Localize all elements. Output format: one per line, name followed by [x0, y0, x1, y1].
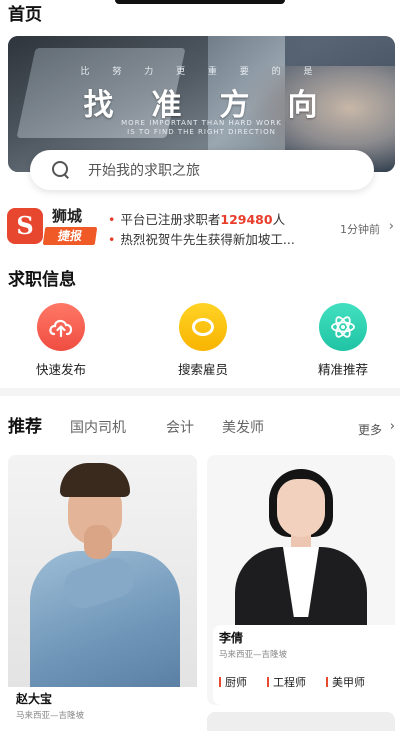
- skill-tag: 厨师: [219, 674, 247, 690]
- skill-tags: 厨师 工程师 美甲师: [219, 674, 389, 690]
- chevron-right-icon[interactable]: ›: [390, 419, 395, 434]
- section-divider: [0, 388, 400, 396]
- banner-english-line1: MORE IMPORTANT THAN HARD WORK: [121, 119, 282, 127]
- search-placeholder: 开始我的求职之旅: [88, 163, 200, 179]
- candidate-card-partial[interactable]: [207, 712, 395, 731]
- candidate-photo: [277, 479, 325, 537]
- section-title-job-info: 求职信息: [8, 270, 76, 290]
- news-item-registered[interactable]: • 平台已注册求职者129480人: [108, 209, 285, 228]
- search-icon: [52, 161, 70, 179]
- brand-logo-icon: S: [7, 208, 43, 244]
- news-timestamp: 1分钟前: [340, 223, 380, 236]
- precise-recommend-button[interactable]: 精准推荐: [288, 303, 398, 378]
- bullet-icon: •: [108, 232, 116, 247]
- section-title-recommend: 推荐: [8, 417, 42, 437]
- atom-icon: [319, 303, 367, 351]
- bullet-icon: •: [108, 212, 116, 227]
- news-item-congrats[interactable]: • 热烈祝贺牛先生获得新加坡工...: [108, 229, 295, 248]
- news-ticker[interactable]: S 狮城 捷报 • 平台已注册求职者129480人 • 热烈祝贺牛先生获得新加坡工.…: [0, 205, 400, 249]
- candidate-location: 马来西亚—吉隆坡: [219, 650, 288, 660]
- news-unit: 人: [272, 212, 286, 227]
- search-employee-button[interactable]: 搜索雇员: [148, 303, 258, 378]
- candidate-card[interactable]: 李倩 马来西亚—吉隆坡 厨师 工程师 美甲师: [207, 455, 395, 705]
- tab-accountant[interactable]: 会计: [166, 417, 194, 437]
- search-employee-label: 搜索雇员: [177, 362, 228, 377]
- registered-count: 129480: [220, 212, 273, 227]
- tab-domestic-driver[interactable]: 国内司机: [70, 417, 126, 437]
- tab-hairdresser[interactable]: 美发师: [222, 417, 264, 437]
- search-employee-icon: [179, 303, 227, 351]
- banner-english-line2: IS TO FIND THE RIGHT DIRECTION: [127, 128, 276, 136]
- candidate-location: 马来西亚—吉隆坡: [16, 711, 85, 721]
- search-input[interactable]: 开始我的求职之旅: [30, 150, 374, 190]
- cloud-upload-icon: [37, 303, 85, 351]
- news-tag-badge: 捷报: [42, 227, 98, 245]
- precise-recommend-label: 精准推荐: [317, 362, 368, 377]
- news-brand: 狮城: [52, 207, 83, 225]
- banner-subtitle: 比 努 力 更 重 要 的 是: [80, 67, 323, 77]
- chevron-right-icon[interactable]: ›: [389, 219, 394, 234]
- skill-tag: 工程师: [267, 674, 306, 690]
- news-text: 热烈祝贺牛先生获得新加坡工...: [120, 232, 295, 247]
- news-text: 平台已注册求职者: [120, 212, 221, 227]
- candidate-name: 赵大宝: [16, 692, 53, 706]
- candidate-photo: [8, 455, 197, 691]
- banner-headline: 找准方向: [83, 88, 356, 123]
- skill-tag: 美甲师: [326, 674, 365, 690]
- quick-publish-label: 快速发布: [35, 362, 86, 377]
- status-notch: [115, 0, 285, 4]
- page-title: 首页: [8, 5, 42, 25]
- candidate-card[interactable]: 赵大宝 马来西亚—吉隆坡: [8, 455, 197, 731]
- candidate-name: 李倩: [219, 631, 244, 645]
- quick-publish-button[interactable]: 快速发布: [6, 303, 116, 378]
- more-link[interactable]: 更多: [358, 421, 382, 438]
